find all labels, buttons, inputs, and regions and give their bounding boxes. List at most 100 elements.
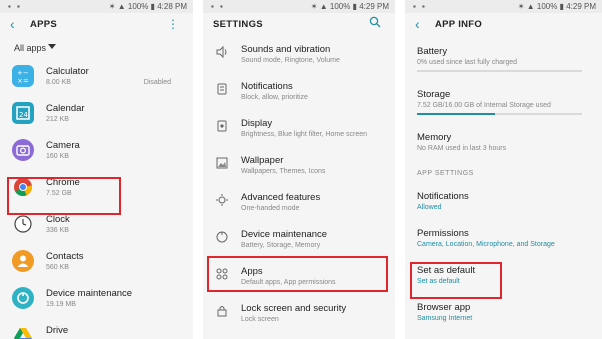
app-bar: SETTINGS <box>203 13 395 37</box>
app-row-device-maintenance[interactable]: Device maintenance 19.19 MB <box>0 281 193 318</box>
settings-item-label: Notifications <box>241 81 293 92</box>
notification-icons: ▪ ▪ <box>8 2 22 11</box>
status-right: ✶ ▲ 100% ▮ 4:29 PM <box>517 2 596 11</box>
settings-item-advanced-features[interactable]: Advanced features One-handed mode <box>203 185 395 222</box>
calculator-icon: +− ×= <box>12 65 34 87</box>
app-row-calculator[interactable]: +− ×= Calculator 8.00 KB Disabled <box>0 59 193 96</box>
back-arrow-icon[interactable]: ‹ <box>415 16 420 32</box>
settings-item-sub: Battery, Storage, Memory <box>241 242 321 249</box>
notification-icons: ▪ ▪ <box>413 2 427 11</box>
settings-item-label: Display <box>241 118 273 129</box>
app-row-camera[interactable]: Camera 160 KB <box>0 133 193 170</box>
app-bar: ‹ APPS ⋮ <box>0 13 193 37</box>
notifications-setting[interactable]: Notifications Allowed <box>405 184 602 221</box>
battery-level: 100% <box>329 2 351 11</box>
memory-label: Memory <box>417 132 452 143</box>
app-size: 160 KB <box>46 153 69 160</box>
clock-time: 4:29 PM <box>359 2 389 11</box>
section-label: APP SETTINGS <box>417 170 474 177</box>
settings-item-sub: Brightness, Blue light filter, Home scre… <box>241 131 368 138</box>
app-bar: ‹ APP INFO <box>405 13 602 37</box>
app-size: 8.00 KB <box>46 79 71 86</box>
storage-usage-fill <box>417 113 495 115</box>
app-name: Device maintenance <box>46 288 133 299</box>
camera-icon <box>12 139 34 161</box>
speaker-icon <box>215 45 229 59</box>
notification-icon <box>215 82 229 96</box>
dropdown-caret-icon <box>48 44 56 49</box>
settings-item-notifications[interactable]: Notifications Block, allow, prioritize <box>203 74 395 111</box>
calendar-icon: 24 <box>12 102 34 124</box>
notifications-sub: Allowed <box>417 204 442 211</box>
svg-text:24: 24 <box>19 111 28 119</box>
chrome-highlight-box <box>7 177 121 215</box>
app-row-contacts[interactable]: Contacts 560 KB <box>0 244 193 281</box>
page-title: APP INFO <box>435 19 483 30</box>
battery-usage-bar <box>417 70 582 72</box>
settings-item-display[interactable]: Display Brightness, Blue light filter, H… <box>203 111 395 148</box>
app-name: Clock <box>46 214 70 225</box>
app-name: Calculator <box>46 66 89 77</box>
settings-item-sub: Block, allow, prioritize <box>241 94 308 101</box>
app-row-calendar[interactable]: 24 Calendar 212 KB <box>0 96 193 133</box>
page-title: APPS <box>30 19 58 30</box>
back-arrow-icon[interactable]: ‹ <box>10 16 15 32</box>
status-right: ✶ ▲ 100% ▮ 4:28 PM <box>108 2 187 11</box>
settings-item-sounds[interactable]: Sounds and vibration Sound mode, Rington… <box>203 37 395 74</box>
memory-sub: No RAM used in last 3 hours <box>417 145 507 152</box>
permissions-sub: Camera, Location, Microphone, and Storag… <box>417 241 555 248</box>
settings-item-sub: Wallpapers, Themes, Icons <box>241 168 326 175</box>
settings-item-wallpaper[interactable]: Wallpaper Wallpapers, Themes, Icons <box>203 148 395 185</box>
app-settings-section-header: APP SETTINGS <box>405 162 602 184</box>
status-bar: ▪ ▪ ✶ ▲ 100% ▮ 4:29 PM <box>203 0 395 13</box>
battery-info[interactable]: Battery 0% used since last fully charged <box>405 39 602 76</box>
memory-info[interactable]: Memory No RAM used in last 3 hours <box>405 125 602 162</box>
apps-highlight-box <box>207 256 388 292</box>
settings-item-sub: Lock screen <box>241 316 279 323</box>
settings-item-label: Advanced features <box>241 192 321 203</box>
permissions-setting[interactable]: Permissions Camera, Location, Microphone… <box>405 221 602 258</box>
contacts-icon <box>12 250 34 272</box>
svg-text:+−: +− <box>17 69 29 77</box>
app-size: 560 KB <box>46 264 69 271</box>
clock-icon <box>12 213 34 235</box>
settings-item-label: Lock screen and security <box>241 303 347 314</box>
storage-sub: 7.52 GB/16.00 GB of Internal Storage use… <box>417 102 551 109</box>
wallpaper-icon <box>215 156 229 170</box>
app-info-screen: ▪ ▪ ✶ ▲ 100% ▮ 4:29 PM ‹ APP INFO Batter… <box>405 0 602 339</box>
app-size: 19.19 MB <box>46 301 76 308</box>
storage-info[interactable]: Storage 7.52 GB/16.00 GB of Internal Sto… <box>405 82 602 119</box>
browser-app-setting[interactable]: Browser app Samsung Internet <box>405 295 602 332</box>
battery-label: Battery <box>417 46 448 57</box>
app-name: Drive <box>46 325 69 336</box>
settings-item-label: Sounds and vibration <box>241 44 331 55</box>
lock-icon <box>215 304 229 318</box>
svg-text:×=: ×= <box>17 77 29 85</box>
clock-time: 4:29 PM <box>566 2 596 11</box>
battery-sub: 0% used since last fully charged <box>417 59 517 66</box>
status-bar: ▪ ▪ ✶ ▲ 100% ▮ 4:29 PM <box>405 0 602 13</box>
device-maintenance-icon <box>215 230 229 244</box>
apps-screen: ▪ ▪ ✶ ▲ 100% ▮ 4:28 PM ‹ APPS ⋮ All apps… <box>0 0 193 339</box>
app-name: Camera <box>46 140 80 151</box>
search-icon[interactable] <box>369 15 381 28</box>
status-bar: ▪ ▪ ✶ ▲ 100% ▮ 4:28 PM <box>0 0 193 13</box>
app-name: Calendar <box>46 103 85 114</box>
permissions-label: Permissions <box>417 228 469 239</box>
settings-item-device-maintenance[interactable]: Device maintenance Battery, Storage, Mem… <box>203 222 395 259</box>
advanced-features-icon <box>215 193 229 207</box>
browser-app-sub: Samsung Internet <box>417 315 473 322</box>
app-size: 212 KB <box>46 116 69 123</box>
notification-icons: ▪ ▪ <box>211 2 225 11</box>
more-options-icon[interactable]: ⋮ <box>167 17 179 31</box>
settings-item-sub: One-handed mode <box>241 205 300 212</box>
settings-item-lock-screen[interactable]: Lock screen and security Lock screen <box>203 296 395 333</box>
apps-filter-dropdown[interactable]: All apps <box>0 37 193 59</box>
page-title: SETTINGS <box>213 19 263 30</box>
filter-label: All apps <box>14 43 47 53</box>
app-row-drive[interactable]: Drive <box>0 318 193 339</box>
drive-icon <box>12 324 34 339</box>
app-size: 336 KB <box>46 227 69 234</box>
notifications-label: Notifications <box>417 191 469 202</box>
device-maintenance-icon <box>12 287 34 309</box>
